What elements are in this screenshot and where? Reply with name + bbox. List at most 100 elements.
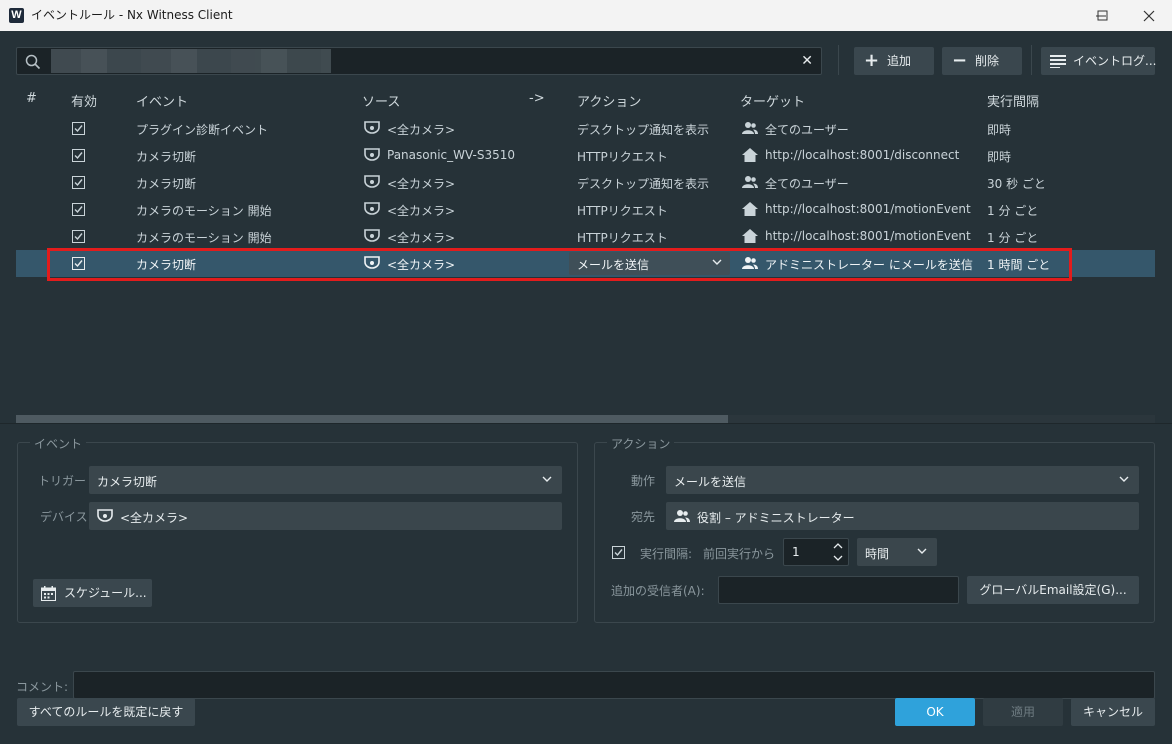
camera-dome-icon: [364, 229, 380, 242]
column-header-enabled[interactable]: 有効: [71, 91, 97, 110]
add-button[interactable]: + 追加: [854, 47, 934, 75]
table-row[interactable]: カメラのモーション 開始 <全カメラ> HTTPリクエスト http://loc…: [16, 196, 1155, 223]
action-cell: HTTPリクエスト: [577, 231, 668, 245]
target-cell: 全てのユーザー: [765, 177, 849, 191]
action-type-dropdown[interactable]: メールを送信: [666, 466, 1139, 494]
table-row[interactable]: プラグイン診断イベント <全カメラ> デスクトップ通知を表示 全てのユーザー 即…: [16, 115, 1155, 142]
users-icon: [674, 510, 690, 522]
enabled-checkbox[interactable]: [72, 230, 85, 243]
event-cell: プラグイン診断イベント: [136, 123, 269, 137]
rule-editor: イベント トリガー カメラ切断 デバイス <全カメラ> スケジュール... アク…: [0, 423, 1172, 744]
action-group-title: アクション: [607, 435, 675, 452]
table-row[interactable]: カメラ切断 <全カメラ> デスクトップ通知を表示 全てのユーザー 30 秒 ごと: [16, 169, 1155, 196]
global-email-settings-label: グローバルEmail設定(G)...: [979, 583, 1127, 597]
close-icon: [1143, 10, 1155, 22]
column-header-interval[interactable]: 実行間隔: [987, 91, 1039, 110]
enabled-checkbox[interactable]: [72, 176, 85, 189]
search-input[interactable]: ■■■■■■■■ ✕: [16, 47, 822, 75]
camera-dome-icon: [364, 256, 380, 269]
apply-label: 適用: [1010, 705, 1035, 719]
source-cell: <全カメラ>: [387, 204, 456, 218]
recipient-select[interactable]: 役割 – アドミニストレーター: [666, 502, 1139, 530]
interval-cell: 30 秒 ごと: [987, 177, 1046, 191]
reset-rules-label: すべてのルールを既定に戻す: [28, 705, 184, 719]
users-icon: [742, 257, 758, 269]
trigger-label: トリガー: [38, 474, 87, 488]
target-cell: http://localhost:8001/motionEvent: [765, 202, 971, 216]
source-cell: <全カメラ>: [387, 258, 456, 272]
table-row[interactable]: カメラ切断 Panasonic_WV-S3510 HTTPリクエスト http:…: [16, 142, 1155, 169]
ok-button[interactable]: OK: [895, 698, 975, 726]
table-row-selected[interactable]: カメラ切断 <全カメラ> メールを送信 アドミニストレーター にメールを送信 1…: [16, 250, 1155, 277]
column-header-event[interactable]: イベント: [136, 91, 188, 110]
global-email-settings-button[interactable]: グローバルEmail設定(G)...: [967, 576, 1139, 604]
column-header-arrow[interactable]: ->: [529, 91, 545, 106]
enabled-checkbox[interactable]: [72, 257, 85, 270]
interval-unit-dropdown[interactable]: 時間: [857, 538, 937, 566]
close-window-button[interactable]: [1126, 0, 1172, 31]
source-cell: Panasonic_WV-S3510: [387, 148, 515, 162]
calendar-icon: [41, 586, 56, 601]
interval-checkbox[interactable]: [612, 546, 625, 559]
action-cell: HTTPリクエスト: [577, 150, 668, 164]
interval-unit-value: 時間: [865, 547, 890, 561]
target-cell: 全てのユーザー: [765, 123, 849, 137]
comment-input[interactable]: [73, 671, 1155, 699]
scrollbar-thumb[interactable]: [16, 415, 728, 423]
schedule-button[interactable]: スケジュール...: [33, 579, 152, 607]
target-cell: http://localhost:8001/disconnect: [765, 148, 960, 162]
interval-cell: 即時: [987, 123, 1012, 137]
column-header-source[interactable]: ソース: [362, 91, 400, 110]
table-row[interactable]: カメラのモーション 開始 <全カメラ> HTTPリクエスト http://loc…: [16, 223, 1155, 250]
enabled-checkbox[interactable]: [72, 203, 85, 216]
users-icon: [742, 176, 758, 188]
interval-from-label: 前回実行から: [703, 547, 776, 561]
add-button-label: 追加: [887, 54, 912, 68]
home-icon: [742, 148, 758, 162]
action-dropdown[interactable]: メールを送信: [569, 252, 730, 275]
trigger-dropdown[interactable]: カメラ切断: [89, 466, 562, 494]
search-value: ■■■■■■■■: [51, 49, 331, 73]
device-value: <全カメラ>: [120, 511, 189, 525]
search-icon: [25, 54, 41, 70]
enabled-checkbox[interactable]: [72, 122, 85, 135]
extra-recipients-input[interactable]: [718, 576, 959, 604]
action-cell: HTTPリクエスト: [577, 204, 668, 218]
spin-down-icon[interactable]: [833, 555, 843, 561]
spin-up-icon[interactable]: [833, 543, 843, 549]
target-cell: アドミニストレーター にメールを送信: [765, 258, 973, 272]
maximize-icon: [1097, 10, 1108, 21]
title-bar: W イベントルール - Nx Witness Client: [0, 0, 1172, 31]
device-select[interactable]: <全カメラ>: [89, 502, 562, 530]
home-icon: [742, 202, 758, 216]
column-header-target[interactable]: ターゲット: [740, 91, 805, 110]
users-icon: [742, 122, 758, 134]
interval-cell: 即時: [987, 150, 1012, 164]
column-header-index[interactable]: #: [26, 91, 37, 106]
enabled-checkbox[interactable]: [72, 149, 85, 162]
clear-search-icon[interactable]: ✕: [801, 53, 813, 69]
source-cell: <全カメラ>: [387, 231, 456, 245]
window-title: イベントルール - Nx Witness Client: [31, 8, 233, 22]
cancel-button[interactable]: キャンセル: [1071, 698, 1155, 726]
interval-spinbox[interactable]: 1: [783, 538, 849, 566]
toolbar-divider: [838, 45, 839, 75]
trigger-value: カメラ切断: [97, 475, 158, 489]
event-group-title: イベント: [30, 435, 87, 452]
column-header-action[interactable]: アクション: [577, 91, 641, 110]
comment-label: コメント:: [16, 680, 69, 694]
delete-button[interactable]: − 削除: [942, 47, 1022, 75]
interval-value: 1: [792, 545, 800, 559]
target-cell: http://localhost:8001/motionEvent: [765, 229, 971, 243]
interval-label: 実行間隔:: [640, 547, 693, 561]
apply-button[interactable]: 適用: [983, 698, 1063, 726]
event-log-button[interactable]: イベントログ...: [1041, 47, 1156, 75]
event-cell: カメラ切断: [136, 177, 197, 191]
delete-button-label: 削除: [975, 54, 1000, 68]
chevron-down-icon: [542, 476, 552, 482]
horizontal-scrollbar[interactable]: [16, 415, 1155, 423]
maximize-button[interactable]: [1080, 0, 1126, 31]
camera-dome-icon: [364, 121, 380, 134]
reset-rules-button[interactable]: すべてのルールを既定に戻す: [17, 698, 195, 726]
chevron-down-icon: [1119, 476, 1129, 482]
